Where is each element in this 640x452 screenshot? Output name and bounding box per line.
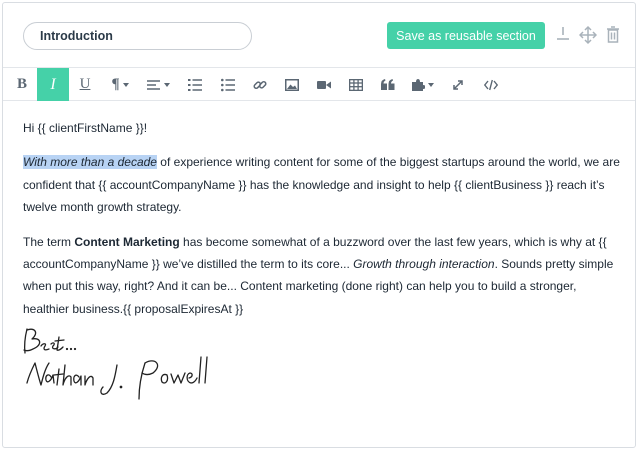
fullscreen-button[interactable]	[443, 68, 473, 101]
puzzle-piece-icon	[411, 78, 425, 91]
italic-button[interactable]: I	[37, 68, 69, 101]
link-icon	[253, 80, 267, 89]
save-reusable-section-button[interactable]: Save as reusable section	[387, 22, 545, 49]
bold-button[interactable]: B	[7, 68, 37, 101]
unordered-list-icon	[221, 78, 235, 91]
video-camera-icon	[317, 80, 331, 89]
code-icon	[484, 79, 498, 90]
image-icon	[285, 78, 299, 91]
quote-button[interactable]	[373, 68, 403, 101]
italic-phrase: Growth through interaction	[353, 257, 495, 272]
intro-paragraph: With more than a decade of experience wr…	[23, 155, 620, 215]
code-view-button[interactable]	[476, 68, 506, 101]
video-button[interactable]	[309, 68, 339, 101]
table-button[interactable]	[341, 68, 371, 101]
quote-icon	[381, 78, 395, 90]
section-editor: Save as reusable section	[2, 2, 636, 448]
unordered-list-button[interactable]	[213, 68, 243, 101]
align-left-icon	[146, 79, 160, 90]
align-dropdown[interactable]	[142, 68, 174, 101]
chevron-down-icon	[427, 82, 434, 87]
move-icon[interactable]	[578, 25, 598, 45]
ordered-list-button[interactable]	[180, 68, 210, 101]
greeting-paragraph: Hi {{ clientFirstName }}!	[23, 121, 148, 135]
content-marketing-paragraph: The term Content Marketing has become so…	[23, 234, 614, 316]
image-button[interactable]	[277, 68, 307, 101]
bold-term: Content Marketing	[74, 234, 180, 249]
editor-content[interactable]: Hi {{ clientFirstName }}! With more than…	[23, 117, 621, 320]
underline-icon: U	[79, 76, 91, 92]
ordered-list-icon	[188, 78, 202, 91]
chevron-down-icon	[122, 82, 129, 87]
trash-icon[interactable]	[606, 25, 622, 45]
selected-text: With more than a decade	[23, 155, 157, 170]
handwritten-signature	[21, 327, 221, 402]
minus-icon[interactable]	[555, 25, 571, 45]
bold-icon: B	[16, 76, 27, 92]
table-icon	[349, 78, 363, 91]
paragraph-icon: ¶	[111, 76, 120, 92]
paragraph-format-dropdown[interactable]: ¶	[104, 68, 136, 101]
underline-button[interactable]: U	[70, 68, 100, 101]
italic-icon: I	[50, 75, 56, 93]
link-button[interactable]	[245, 68, 275, 101]
expand-icon	[453, 79, 463, 90]
section-title-input[interactable]	[23, 22, 252, 50]
section-header: Save as reusable section	[3, 3, 635, 67]
chevron-down-icon	[163, 82, 170, 87]
plugin-dropdown[interactable]	[405, 68, 439, 101]
formatting-toolbar: B I U ¶	[3, 67, 635, 101]
